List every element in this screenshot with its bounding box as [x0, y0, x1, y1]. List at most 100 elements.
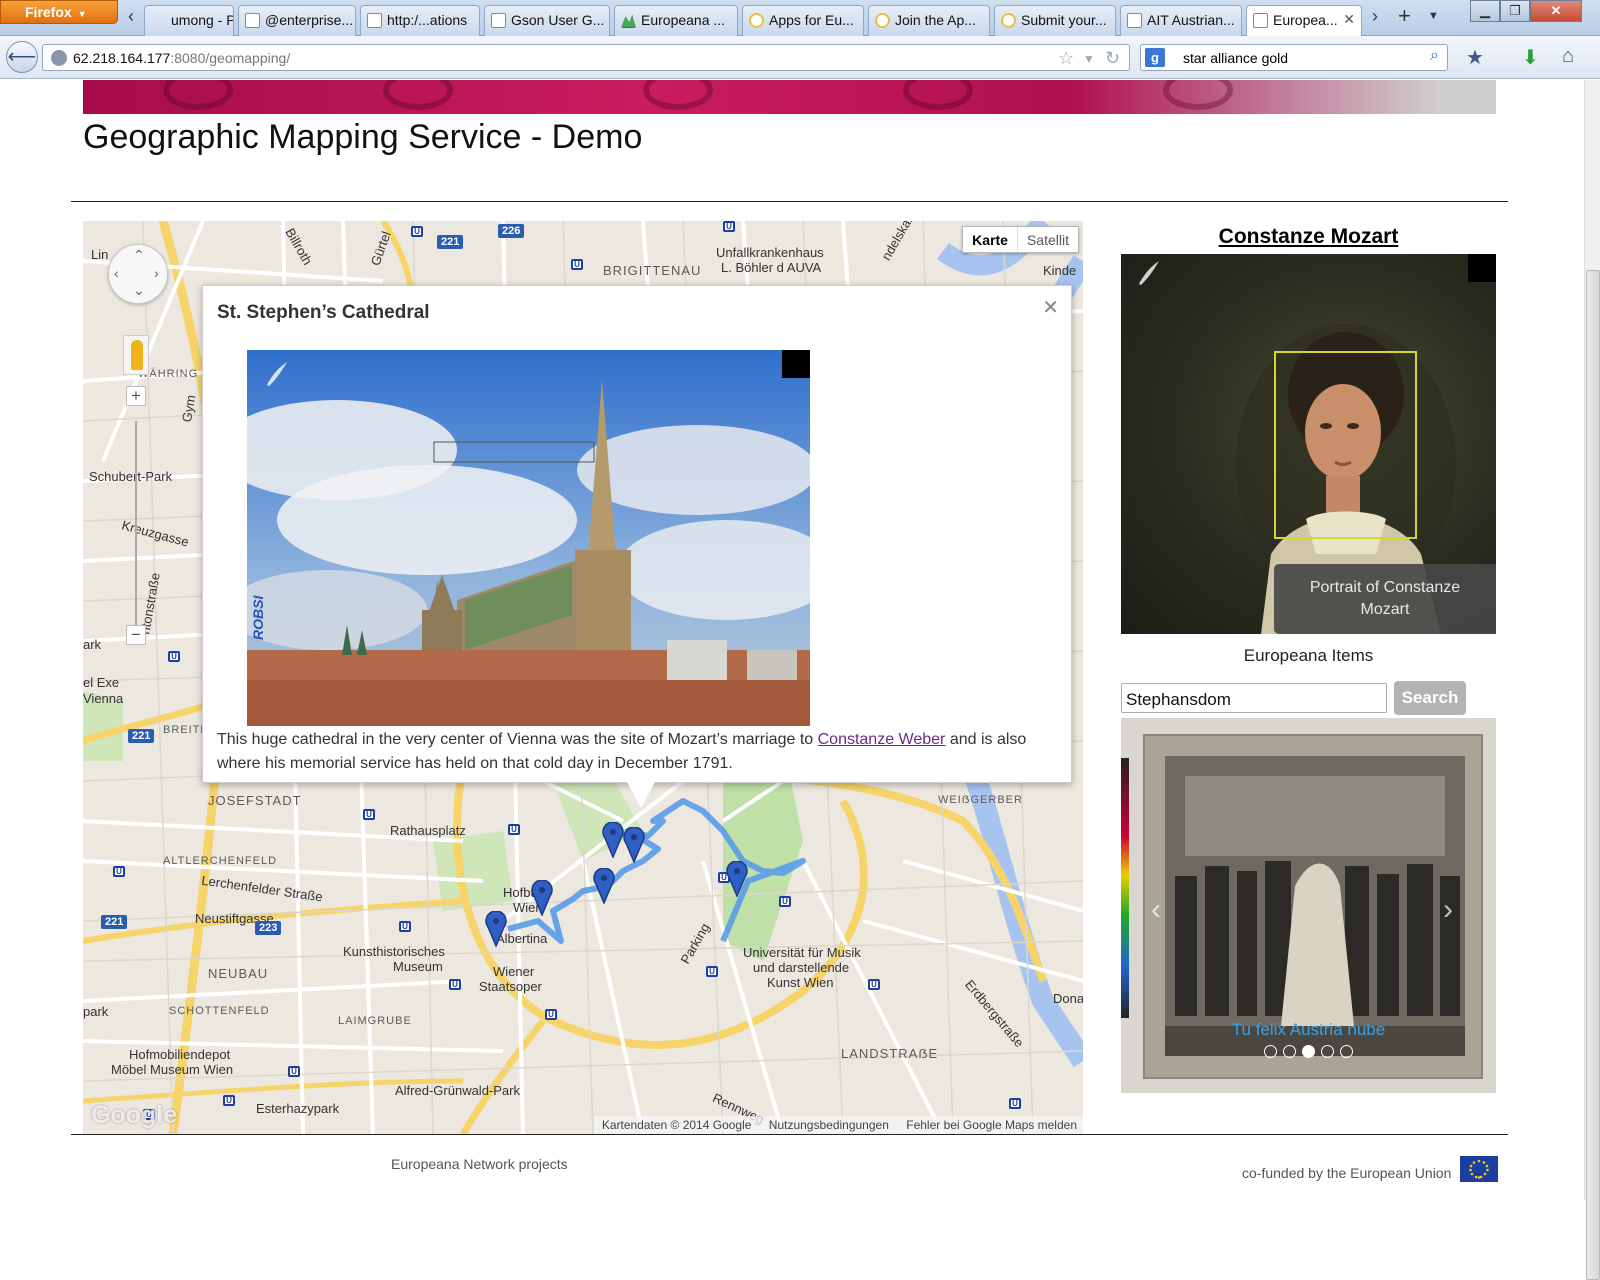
map-type-control: Karte Satellit [962, 226, 1079, 253]
close-window-icon[interactable]: ✕ [1530, 0, 1582, 22]
map-pin[interactable] [726, 861, 748, 897]
ubahn-icon: U [545, 1009, 557, 1020]
tab-http-ations[interactable]: http:/...ations [360, 5, 480, 36]
map-label-altlerchenfeld: ALTLERCHENFELD [163, 855, 278, 867]
pan-left-icon[interactable]: ‹ [114, 265, 119, 281]
map-pin[interactable] [485, 911, 507, 947]
google-search-engine-icon[interactable]: g [1145, 48, 1165, 67]
map-type-satellit-button[interactable]: Satellit [1018, 227, 1078, 252]
photo-watermark: ROBSI [250, 595, 266, 640]
downloads-icon[interactable]: ⬇ [1522, 45, 1539, 70]
ubahn-icon: U [1009, 1098, 1021, 1109]
carousel-next-icon[interactable]: › [1443, 893, 1453, 927]
url-bar[interactable]: 62.218.164.177:8080/geomapping/ ☆ ▼ ↻ [42, 44, 1130, 71]
close-icon[interactable]: ✕ [1042, 295, 1059, 320]
pan-down-icon[interactable]: ⌄ [133, 282, 145, 299]
europeana-search-input[interactable] [1121, 683, 1387, 713]
carousel-dot[interactable] [1321, 1045, 1334, 1058]
map-type-karte-button[interactable]: Karte [963, 227, 1018, 252]
road-shield: 221 [437, 235, 464, 249]
map-attribution: Kartendaten © 2014 Google Nutzungsbeding… [593, 1116, 1083, 1134]
map-pin[interactable] [593, 868, 615, 904]
page-title: Geographic Mapping Service - Demo [83, 118, 643, 156]
ubahn-icon: U [706, 966, 718, 977]
tab-scroll-left-icon[interactable]: ‹ [128, 6, 134, 27]
new-tab-icon[interactable]: + [1398, 3, 1411, 29]
map-label-lin: Lin [91, 247, 109, 262]
map-pin[interactable] [623, 827, 645, 863]
minimize-icon[interactable]: ▁ [1470, 0, 1500, 22]
zoom-in-button[interactable]: + [126, 386, 146, 406]
tab-umong[interactable]: umong - Pr... [144, 5, 234, 36]
report-error-link[interactable]: Fehler bei Google Maps melden [906, 1118, 1077, 1132]
tab-scroll-right-icon[interactable]: › [1372, 6, 1378, 27]
scrollbar-thumb[interactable] [1586, 270, 1600, 1280]
constanze-weber-link[interactable]: Constanze Weber [818, 731, 946, 748]
blank-page-icon [1253, 13, 1268, 28]
tab-submit[interactable]: Submit your... [994, 5, 1116, 36]
map-pin[interactable] [531, 880, 553, 916]
black-square-marker [782, 350, 810, 378]
cathedral-photo: ROBSI [247, 350, 810, 726]
search-icon[interactable]: ⌕ [1430, 47, 1439, 65]
firefox-menu-button[interactable]: Firefox ▼ [0, 0, 118, 24]
pan-up-icon[interactable]: ⌃ [133, 247, 145, 264]
map-label-hospital: Unfallkrankenhaus [716, 245, 824, 260]
carousel-caption: Tu felix Austria nube [1231, 1020, 1386, 1039]
search-button[interactable]: Search [1394, 681, 1466, 715]
tab-europeana-1[interactable]: Europeana ... [614, 5, 738, 36]
home-icon[interactable]: ⌂ [1562, 45, 1574, 68]
carousel-dot[interactable] [1340, 1045, 1353, 1058]
map-label-neubau: NEUBAU [208, 966, 269, 981]
carousel-prev-icon[interactable]: ‹ [1151, 893, 1161, 927]
ubahn-icon: U [868, 979, 880, 990]
reload-icon[interactable]: ↻ [1105, 48, 1120, 69]
map-label-josefstadt: JOSEFSTADT [208, 793, 302, 808]
carousel-dot[interactable] [1264, 1045, 1277, 1058]
map-label-khm-2: Museum [393, 959, 443, 974]
eu-flag-icon [1460, 1156, 1498, 1182]
maximize-icon[interactable]: ❐ [1500, 0, 1530, 22]
map-label-hofmobiliendepot: Hofmobiliendepot [129, 1047, 231, 1062]
info-window-description: This huge cathedral in the very center o… [217, 731, 1027, 772]
tab-apps-for-europe[interactable]: Apps for Eu... [742, 5, 864, 36]
tab-enterprise[interactable]: @enterprise... [238, 5, 356, 36]
pan-right-icon[interactable]: › [154, 265, 159, 281]
google-logo[interactable]: Google [91, 1101, 177, 1130]
zoom-out-button[interactable]: − [126, 625, 146, 645]
bookmark-star-icon[interactable]: ☆ [1058, 48, 1074, 69]
tab-list-icon[interactable]: ▼ [1428, 10, 1439, 22]
road-shield: 221 [101, 915, 128, 929]
map-pin-stephansdom[interactable] [602, 822, 624, 858]
map-info-window: St. Stephen’s Cathedral ✕ ROBSI This hug… [202, 285, 1072, 808]
terms-link[interactable]: Nutzungsbedingungen [769, 1118, 889, 1132]
loading-icon [749, 13, 764, 28]
carousel-dot[interactable] [1283, 1045, 1296, 1058]
history-dropdown-icon[interactable]: ▼ [1083, 52, 1095, 66]
tab-europeana-active[interactable]: Europea... ✕ [1246, 5, 1362, 36]
tab-ait[interactable]: AIT Austrian... [1120, 5, 1242, 36]
page-scrollbar[interactable] [1584, 80, 1600, 1280]
street-view-pegman-icon[interactable] [123, 335, 149, 375]
back-button[interactable]: ⟵ [6, 41, 38, 73]
bookmarks-menu-icon[interactable]: ★ [1466, 45, 1484, 70]
close-tab-icon[interactable]: ✕ [1343, 11, 1355, 28]
carousel-dot-active[interactable] [1302, 1045, 1315, 1058]
map-label-schottenfeld: SCHOTTENFELD [169, 1005, 270, 1017]
map-label-dona: Dona [1053, 991, 1083, 1006]
map-label-brigittenau: BRIGITTENAU [603, 263, 702, 278]
ubahn-icon: U [411, 226, 423, 237]
search-bar[interactable]: g star alliance gold ⌕ [1140, 44, 1448, 71]
map-label-moebel-museum: Möbel Museum Wien [111, 1062, 234, 1077]
person-name-link[interactable]: Constanze Mozart [1121, 225, 1496, 249]
ubahn-icon: U [399, 921, 411, 932]
zoom-slider[interactable] [135, 421, 137, 641]
face-annotation-box[interactable] [1274, 351, 1417, 539]
tab-gson[interactable]: Gson User G... [484, 5, 610, 36]
europeana-items-heading: Europeana Items [1243, 646, 1374, 665]
map-label-hospital-2: L. Böhler d AUVA [721, 260, 822, 275]
map-label-exe: el Exe [83, 675, 120, 690]
map-label-kinde: Kinde [1043, 263, 1077, 278]
pan-control[interactable]: ⌃ ‹ › ⌄ [108, 244, 168, 304]
tab-join[interactable]: Join the Ap... [868, 5, 990, 36]
